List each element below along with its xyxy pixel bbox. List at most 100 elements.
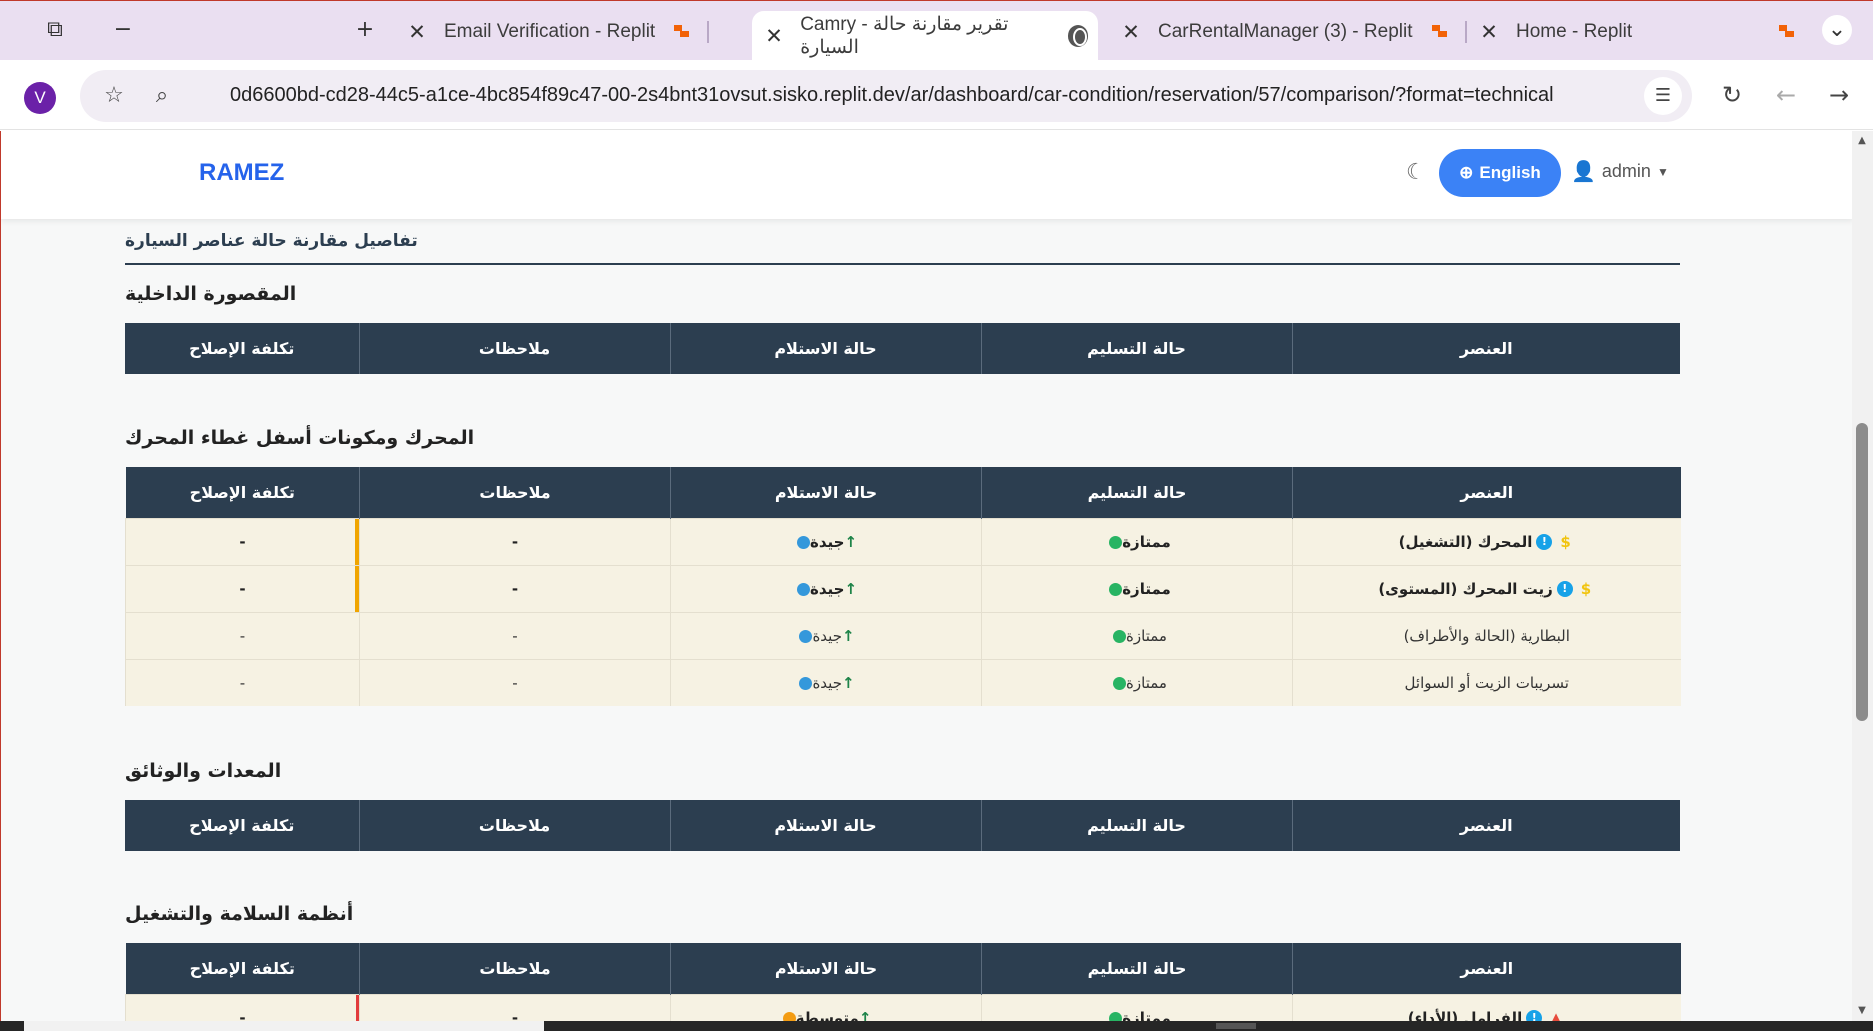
new-tab-icon[interactable]: + — [350, 15, 380, 45]
category-title: المعدات والوثائق — [125, 760, 282, 782]
comparison-table: العنصر حالة التسليم حالة الاستلام ملاحظا… — [125, 943, 1681, 1021]
page-viewport: RAMEZ ☾ ⊕ English 👤 admin ▼ تفاصيل مقارن… — [0, 131, 1852, 1021]
arrow-up-icon: ↑ — [844, 579, 858, 598]
col-notes: ملاحظات — [358, 323, 670, 374]
tab-car-rental-manager[interactable]: ✕ CarRentalManager (3) - Replit — [1118, 11, 1467, 53]
status-dot — [782, 1011, 796, 1021]
col-delivery: حالة التسليم — [980, 800, 1292, 851]
bookmark-star-icon[interactable]: ☆ — [100, 82, 128, 110]
globe-icon: ⊕ — [1459, 163, 1474, 182]
close-icon[interactable]: ✕ — [1476, 20, 1502, 45]
language-button[interactable]: ⊕ English — [1439, 149, 1561, 197]
col-cost: تكلفة الإصلاح — [125, 800, 359, 851]
replit-icon — [673, 23, 691, 41]
user-menu[interactable]: 👤 admin ▼ — [1571, 159, 1669, 184]
warning-icon: ▲ — [1550, 1008, 1562, 1021]
vertical-scrollbar[interactable]: ▲ ▼ — [1852, 131, 1873, 1021]
tab-home-replit[interactable]: ✕ Home - Replit — [1476, 11, 1796, 53]
comparison-table: العنصر حالة التسليم حالة الاستلام ملاحظا… — [125, 467, 1681, 706]
minimize-icon[interactable]: − — [108, 15, 138, 45]
category-title: المحرك ومكونات أسفل غطاء المحرك — [125, 427, 475, 449]
horizontal-scrollbar[interactable] — [0, 1021, 1873, 1031]
close-icon[interactable]: ✕ — [1118, 20, 1144, 45]
replit-icon — [1778, 23, 1796, 41]
status-dot — [1113, 676, 1127, 690]
table-row[interactable]: ▲!الفرامل (الأداء) ممتازة ↑متوسطة - - — [125, 993, 1681, 1021]
browser-tab-bar: ⧉ − + ✕ Email Verification - Replit ✕ Ca… — [0, 0, 1873, 61]
scroll-down-icon[interactable]: ▼ — [1856, 1005, 1868, 1016]
brand-logo[interactable]: RAMEZ — [199, 159, 284, 187]
globe-icon — [1067, 25, 1088, 47]
url-text[interactable]: 0d6600bd-cd28-44c5-a1ce-4bc854f89c47-00-… — [230, 84, 1630, 107]
scroll-up-icon[interactable]: ▲ — [1856, 135, 1868, 146]
tab-title: CarRentalManager (3) - Replit — [1158, 21, 1413, 42]
scrollbar-thumb[interactable] — [1856, 423, 1868, 721]
arrow-up-icon: ↑ — [841, 626, 855, 645]
arrow-up-icon: ↑ — [858, 1008, 872, 1021]
table-row[interactable]: $!زيت المحرك (المستوى) ممتازة ↑جيدة - - — [125, 564, 1681, 612]
status-dot — [799, 676, 813, 690]
col-cost: تكلفة الإصلاح — [125, 467, 360, 518]
col-cost: تكلفة الإصلاح — [125, 943, 360, 994]
status-dot — [1109, 535, 1123, 549]
col-delivery: حالة التسليم — [981, 467, 1293, 518]
caret-down-icon: ▼ — [1656, 164, 1669, 179]
col-notes: ملاحظات — [359, 467, 671, 518]
back-icon[interactable]: ← — [1770, 79, 1802, 111]
tab-condition-report[interactable]: ✕ Camry - تقرير مقارنة حالة السيارة — [752, 11, 1098, 61]
arrow-up-icon: ↑ — [844, 532, 858, 551]
site-settings-icon[interactable]: ☰ — [1644, 77, 1682, 115]
comparison-table: العنصر حالة التسليم حالة الاستلام ملاحظا… — [125, 323, 1680, 374]
col-receipt: حالة الاستلام — [669, 323, 981, 374]
category-title: أنظمة السلامة والتشغيل — [125, 903, 354, 925]
dark-mode-icon[interactable]: ☾ — [1406, 161, 1430, 185]
tab-title: Email Verification - Replit — [444, 21, 656, 42]
col-receipt: حالة الاستلام — [669, 800, 981, 851]
col-item: العنصر — [1292, 467, 1681, 518]
col-cost: تكلفة الإصلاح — [125, 323, 359, 374]
status-dot — [796, 535, 810, 549]
col-item: العنصر — [1292, 943, 1681, 994]
status-dot — [796, 582, 810, 596]
tab-title: Camry - تقرير مقارنة حالة السيارة — [800, 14, 1009, 58]
col-notes: ملاحظات — [359, 943, 671, 994]
arrow-up-icon: ↑ — [841, 673, 855, 692]
replit-icon — [1431, 23, 1449, 41]
col-receipt: حالة الاستلام — [670, 943, 982, 994]
scrollbar-thumb[interactable] — [24, 1021, 544, 1031]
section-header: تفاصيل مقارنة حالة عناصر السيارة — [125, 229, 1680, 265]
dollar-icon: $ — [1580, 579, 1592, 598]
zoom-icon[interactable]: ⌕ — [148, 82, 176, 110]
col-item: العنصر — [1291, 800, 1680, 851]
reload-icon[interactable]: ↻ — [1716, 79, 1748, 111]
table-row[interactable]: تسريبات الزيت أو السوائل ممتازة ↑جيدة - … — [125, 658, 1681, 706]
col-receipt: حالة الاستلام — [670, 467, 982, 518]
close-icon[interactable]: ✕ — [404, 20, 430, 45]
tab-email-verification[interactable]: ✕ Email Verification - Replit — [404, 11, 710, 53]
tab-title: Home - Replit — [1516, 21, 1633, 42]
app-navbar: RAMEZ ☾ ⊕ English 👤 admin ▼ — [1, 131, 1852, 219]
table-row[interactable]: البطارية (الحالة والأطراف) ممتازة ↑جيدة … — [125, 611, 1681, 659]
col-item: العنصر — [1291, 323, 1680, 374]
status-dot — [1113, 629, 1127, 643]
col-delivery: حالة التسليم — [981, 943, 1293, 994]
info-icon[interactable]: ! — [1556, 581, 1573, 597]
status-dot — [799, 629, 813, 643]
status-dot — [1109, 1011, 1123, 1021]
url-box[interactable]: ☆ ⌕ 0d6600bd-cd28-44c5-a1ce-4bc854f89c47… — [80, 70, 1692, 122]
table-row[interactable]: $!المحرك (التشغيل) ممتازة ↑جيدة - - — [125, 517, 1681, 565]
close-icon[interactable]: ✕ — [762, 24, 786, 49]
user-icon: 👤 — [1571, 161, 1596, 183]
dollar-icon: $ — [1560, 532, 1571, 551]
info-icon[interactable]: ! — [1536, 534, 1553, 550]
status-dot — [1109, 582, 1123, 596]
info-icon[interactable]: ! — [1526, 1010, 1543, 1021]
tab-list-chevron-icon[interactable]: ⌄ — [1822, 15, 1852, 45]
comparison-table: العنصر حالة التسليم حالة الاستلام ملاحظا… — [125, 800, 1680, 851]
tab-search-icon[interactable]: ⧉ — [40, 15, 70, 45]
category-title: المقصورة الداخلية — [125, 283, 297, 305]
address-bar-row: V ☆ ⌕ 0d6600bd-cd28-44c5-a1ce-4bc854f89c… — [0, 60, 1873, 130]
col-delivery: حالة التسليم — [980, 323, 1292, 374]
forward-icon[interactable]: → — [1823, 79, 1855, 111]
profile-avatar[interactable]: V — [24, 82, 56, 114]
